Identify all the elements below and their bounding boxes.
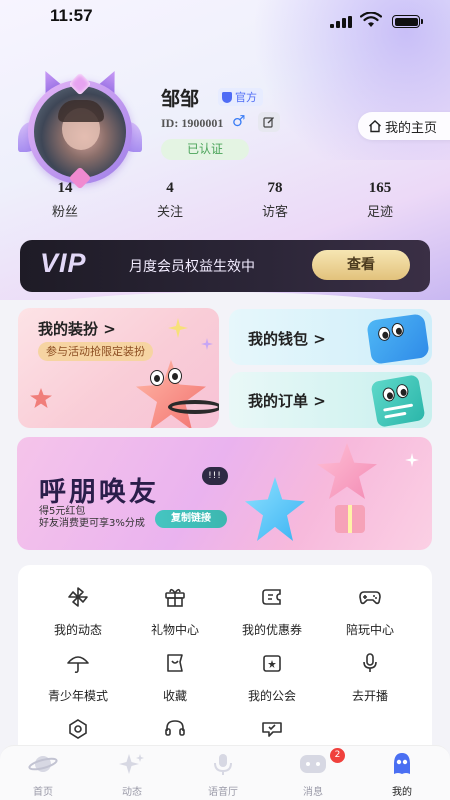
pink-mascot-icon bbox=[317, 443, 377, 499]
voice-room-icon bbox=[214, 754, 232, 775]
user-id: ID: 1900001 bbox=[161, 116, 224, 130]
profile-icon bbox=[394, 753, 410, 774]
headset-icon bbox=[165, 720, 185, 736]
message-count-badge: 2 bbox=[330, 748, 345, 763]
grid-item-coupons[interactable]: 我的优惠券 bbox=[224, 585, 320, 638]
grid-item-label: 青少年模式 bbox=[47, 689, 108, 703]
sparkle-icon bbox=[119, 754, 144, 774]
official-label: 官方 bbox=[235, 91, 257, 104]
bookmark-icon bbox=[167, 654, 183, 672]
speech-bubble: !!! bbox=[202, 467, 228, 485]
sparkle-icon bbox=[168, 318, 188, 338]
dress-promo-tag[interactable]: 参与活动抢限定装扮 bbox=[38, 342, 153, 361]
umbrella-icon bbox=[67, 656, 89, 674]
stat-fans[interactable]: 14 粉丝 bbox=[25, 180, 105, 220]
nav-label: 语音厅 bbox=[208, 787, 238, 798]
status-time: 11:57 bbox=[50, 6, 93, 25]
verified-badge: 已认证 bbox=[161, 139, 249, 160]
nav-label: 首页 bbox=[33, 787, 53, 798]
vip-banner[interactable]: VIP 月度会员权益生效中 查看 bbox=[20, 240, 430, 292]
nav-voice-room[interactable]: 语音厅 bbox=[188, 752, 258, 798]
coupon-icon bbox=[262, 589, 281, 605]
nav-label: 动态 bbox=[122, 787, 142, 798]
stat-label: 关注 bbox=[156, 205, 183, 220]
blue-mascot-icon bbox=[245, 477, 305, 541]
avatar[interactable] bbox=[18, 66, 142, 190]
guild-icon bbox=[263, 655, 281, 672]
pinwheel-icon bbox=[68, 587, 88, 607]
stat-label: 访客 bbox=[261, 205, 288, 220]
stat-label: 足迹 bbox=[366, 205, 393, 220]
grid-item-companion-center[interactable]: 陪玩中心 bbox=[322, 585, 418, 638]
vip-status-text: 月度会员权益生效中 bbox=[129, 259, 255, 275]
grid-item-label: 陪玩中心 bbox=[345, 623, 394, 637]
stat-visitors[interactable]: 78 访客 bbox=[235, 180, 315, 220]
grid-item-label: 礼物中心 bbox=[150, 623, 199, 637]
grid-item-teen-mode[interactable]: 青少年模式 bbox=[30, 651, 126, 704]
grid-item-customer-service[interactable] bbox=[127, 717, 223, 745]
planet-icon bbox=[28, 756, 58, 772]
status-bar: 11:57 bbox=[0, 0, 450, 36]
order-list-icon bbox=[370, 374, 426, 428]
sparkle-icon bbox=[405, 453, 419, 467]
signal-icon bbox=[330, 16, 352, 28]
grid-item-label: 去开播 bbox=[351, 689, 388, 703]
bottom-navigation: 首页 动态 语音厅 消息 我的 bbox=[0, 745, 450, 800]
settings-icon bbox=[69, 719, 87, 739]
wifi-icon bbox=[360, 12, 382, 27]
stat-value: 165 bbox=[368, 180, 392, 196]
grid-item-label: 我的动态 bbox=[53, 623, 102, 637]
battery-icon bbox=[392, 15, 423, 28]
vip-view-button[interactable]: 查看 bbox=[312, 250, 410, 280]
grid-item-go-live[interactable]: 去开播 bbox=[322, 651, 418, 704]
nav-profile[interactable]: 我的 bbox=[367, 752, 437, 798]
stat-value: 14 bbox=[57, 180, 73, 196]
grid-item-label: 我的公会 bbox=[247, 689, 296, 703]
user-name: 邹邹 bbox=[161, 88, 200, 110]
banner-commission-text: 好友消费更可享3%分成 bbox=[39, 518, 145, 529]
copy-link-button[interactable]: 复制链接 bbox=[155, 510, 227, 528]
homepage-label: 我的主页 bbox=[385, 120, 438, 136]
my-homepage-button[interactable]: 我的主页 bbox=[358, 112, 450, 140]
grid-item-label: 我的优惠券 bbox=[241, 623, 302, 637]
official-badge: 官方 bbox=[218, 88, 263, 106]
microphone-icon bbox=[363, 653, 377, 672]
my-dress-title[interactable]: 我的装扮 > bbox=[38, 318, 116, 339]
grid-item-feedback[interactable] bbox=[224, 717, 320, 745]
stat-value: 78 bbox=[267, 180, 283, 196]
grid-item-settings[interactable] bbox=[30, 717, 126, 745]
stat-value: 4 bbox=[166, 180, 174, 196]
nav-label: 消息 bbox=[303, 787, 323, 798]
nav-feed[interactable]: 动态 bbox=[97, 752, 167, 798]
vip-logo: VIP bbox=[40, 248, 87, 278]
stat-footprints[interactable]: 165 足迹 bbox=[340, 180, 420, 220]
message-icon bbox=[300, 755, 326, 773]
nav-label: 我的 bbox=[392, 787, 412, 798]
my-orders-title[interactable]: 我的订单 > bbox=[248, 390, 326, 411]
grid-item-gift-center[interactable]: 礼物中心 bbox=[127, 585, 223, 638]
gift-icon bbox=[165, 588, 185, 607]
male-icon: ♂ bbox=[232, 112, 246, 130]
shield-icon bbox=[222, 91, 232, 103]
feedback-icon bbox=[262, 722, 282, 737]
grid-item-my-guild[interactable]: 我的公会 bbox=[224, 651, 320, 704]
edit-profile-button[interactable] bbox=[258, 112, 280, 132]
small-star-icon bbox=[30, 388, 52, 408]
stat-following[interactable]: 4 关注 bbox=[130, 180, 210, 220]
edit-icon bbox=[263, 117, 274, 128]
nav-home[interactable]: 首页 bbox=[8, 752, 78, 798]
grid-item-label: 收藏 bbox=[162, 689, 187, 703]
my-wallet-title[interactable]: 我的钱包 > bbox=[248, 328, 326, 349]
grid-item-favorites[interactable]: 收藏 bbox=[127, 651, 223, 704]
gift-box-icon bbox=[335, 505, 365, 533]
gamepad-icon bbox=[359, 591, 381, 605]
stat-label: 粉丝 bbox=[51, 205, 78, 220]
grid-item-my-posts[interactable]: 我的动态 bbox=[30, 585, 126, 638]
home-icon bbox=[369, 120, 381, 133]
wallet-icon bbox=[366, 313, 430, 365]
stats-row: 14 粉丝 4 关注 78 访客 165 足迹 bbox=[0, 180, 450, 224]
